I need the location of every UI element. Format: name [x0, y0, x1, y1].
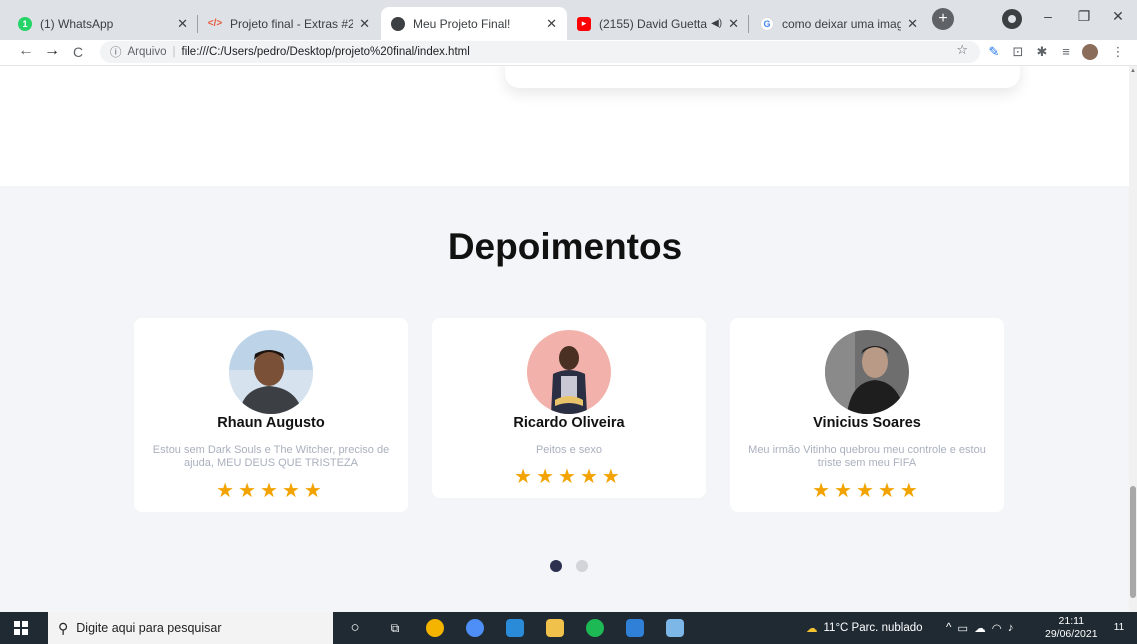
address-divider: |	[172, 46, 176, 58]
address-bar[interactable]: ⓘ Arquivo | file:///C:/Users/pedro/Deskt…	[100, 41, 980, 63]
task-view-icon[interactable]: ⧉	[386, 619, 404, 637]
section-title: Depoimentos	[447, 226, 683, 267]
close-window-icon[interactable]: ✕	[1106, 8, 1130, 25]
tab-title: (1) WhatsApp	[40, 16, 114, 31]
onedrive-icon[interactable]: ☁	[974, 621, 992, 635]
tray-chevron-icon[interactable]: ^	[946, 622, 957, 634]
menu-kebab-icon[interactable]: ⋮	[1110, 44, 1126, 60]
avatar	[229, 330, 313, 414]
testimonial-card: Rhaun Augusto Estou sem Dark Souls e The…	[134, 318, 408, 512]
spotify-icon[interactable]	[586, 619, 604, 637]
extensions-puzzle-icon[interactable]: ✱	[1034, 44, 1050, 60]
weather-widget[interactable]: ☁ 11°C Parc. nublado	[806, 612, 923, 644]
close-tab-icon[interactable]: ✕	[728, 16, 739, 32]
mail-icon[interactable]	[506, 619, 524, 637]
taskbar-search-box[interactable]: ⚲ Digite aqui para pesquisar	[48, 612, 333, 644]
testimonial-card: Ricardo Oliveira Peitos e sexo ★★★★★	[432, 318, 706, 498]
carousel-dot-2[interactable]	[576, 560, 588, 572]
info-icon[interactable]: ⓘ	[110, 44, 122, 60]
page-viewport: Depoimentos Rhaun Augusto Estou sem Dark…	[0, 66, 1137, 612]
restore-icon[interactable]: ❐	[1072, 8, 1096, 25]
chrome-icon[interactable]	[426, 619, 444, 637]
google-icon: G	[760, 16, 774, 31]
tab-title: Meu Projeto Final!	[413, 16, 511, 31]
taskbar-clock[interactable]: 21:11 29/06/2021	[1045, 615, 1098, 641]
close-tab-icon[interactable]: ✕	[907, 16, 918, 32]
testimonial-name: Ricardo Oliveira	[513, 415, 625, 431]
file-explorer-icon[interactable]	[546, 619, 564, 637]
address-url[interactable]: file:///C:/Users/pedro/Desktop/projeto%2…	[182, 46, 470, 58]
testimonial-text: Meu irmão Vitinho quebrou meu controle e…	[748, 444, 986, 469]
star-rating: ★★★★★	[812, 480, 922, 502]
person-photo-icon	[825, 330, 909, 414]
tab-youtube[interactable]: ▸ (2155) David Guetta ft. Z ◀) ✕	[567, 7, 749, 40]
testimonial-name: Rhaun Augusto	[217, 415, 325, 431]
system-tray[interactable]: ^ ▭ ☁ ◠ ♪	[946, 612, 1020, 644]
testimonial-text: Estou sem Dark Souls e The Witcher, prec…	[152, 444, 390, 469]
weather-cloud-sun-icon: ☁	[806, 623, 818, 635]
tab-title: como deixar uma imagem re	[782, 16, 902, 31]
close-tab-icon[interactable]: ✕	[177, 16, 188, 32]
battery-icon[interactable]: ▭	[957, 621, 974, 635]
star-rating: ★★★★★	[514, 466, 624, 488]
tab-projeto-final-extras[interactable]: </> Projeto final - Extras #2 - Cur ✕	[198, 7, 380, 40]
person-photo-icon	[527, 330, 611, 414]
close-tab-icon[interactable]: ✕	[359, 16, 370, 32]
close-tab-icon[interactable]: ✕	[546, 16, 557, 32]
carousel-dot-1[interactable]	[550, 560, 562, 572]
search-icon: ⚲	[58, 619, 69, 636]
tab-google-search[interactable]: G como deixar uma imagem re ✕	[750, 7, 928, 40]
previous-section-card	[505, 66, 1020, 88]
extension-pencil-icon[interactable]: ✎	[986, 44, 1002, 60]
discord-icon[interactable]	[466, 619, 484, 637]
vscode-icon[interactable]	[626, 619, 644, 637]
reload-icon[interactable]: C	[68, 44, 88, 60]
person-photo-icon	[229, 330, 313, 414]
notification-count: 11	[1113, 622, 1125, 633]
testimonial-name: Vinicius Soares	[813, 415, 921, 431]
testimonial-card: Vinicius Soares Meu irmão Vitinho quebro…	[730, 318, 1004, 512]
clock-date: 29/06/2021	[1045, 628, 1098, 640]
volume-icon[interactable]: ♪	[1008, 622, 1020, 634]
page-scrollbar[interactable]: ▲	[1129, 66, 1137, 612]
site-info-label[interactable]: Arquivo	[128, 46, 167, 58]
browser-toolbar: ← → C ⓘ Arquivo | file:///C:/Users/pedro…	[0, 40, 1137, 66]
windows-start-icon[interactable]	[14, 621, 28, 635]
clock-time: 21:11	[1058, 615, 1085, 627]
youtube-icon: ▸	[577, 16, 591, 31]
cortana-icon[interactable]: ○	[346, 619, 364, 637]
avatar	[527, 330, 611, 414]
tab-whatsapp[interactable]: 1 (1) WhatsApp ✕	[8, 7, 198, 40]
reading-list-icon[interactable]: ≡	[1058, 44, 1074, 60]
tab-meu-projeto-final[interactable]: Meu Projeto Final! ✕	[381, 7, 567, 40]
search-placeholder: Digite aqui para pesquisar	[76, 621, 222, 635]
testimonials-section: Depoimentos Rhaun Augusto Estou sem Dark…	[0, 186, 1130, 612]
tab-title: (2155) David Guetta ft. Z	[599, 16, 708, 31]
code-icon: </>	[207, 18, 223, 29]
whatsapp-icon: 1	[18, 16, 32, 31]
extension-box-icon[interactable]: ⊡	[1010, 44, 1026, 60]
star-rating: ★★★★★	[216, 480, 326, 502]
profile-icon[interactable]	[1002, 9, 1022, 29]
avatar[interactable]	[1082, 44, 1098, 60]
new-tab-button[interactable]: +	[932, 8, 954, 30]
avatar	[825, 330, 909, 414]
weather-text: 11°C Parc. nublado	[823, 622, 923, 634]
bookmark-star-icon[interactable]: ☆	[956, 42, 968, 58]
notification-icon[interactable]: 11	[1110, 619, 1128, 637]
audio-playing-icon[interactable]: ◀)	[711, 18, 722, 29]
windows-taskbar: ⚲ Digite aqui para pesquisar ○ ⧉ ☁ 11°C …	[0, 612, 1137, 644]
scrollbar-thumb[interactable]	[1130, 486, 1136, 598]
wifi-icon[interactable]: ◠	[992, 621, 1008, 635]
tab-title: Projeto final - Extras #2 - Cur	[230, 16, 354, 31]
browser-tab-strip: 1 (1) WhatsApp ✕ </> Projeto final - Ext…	[0, 0, 1137, 40]
forward-icon[interactable]: →	[42, 42, 62, 60]
globe-icon	[391, 16, 405, 31]
back-icon[interactable]: ←	[16, 42, 36, 60]
tab-separator	[748, 15, 749, 33]
app-icon[interactable]	[666, 619, 684, 637]
minimize-icon[interactable]: –	[1036, 8, 1060, 24]
scroll-up-arrow-icon[interactable]: ▲	[1130, 68, 1136, 74]
testimonial-text: Peitos e sexo	[535, 444, 603, 456]
